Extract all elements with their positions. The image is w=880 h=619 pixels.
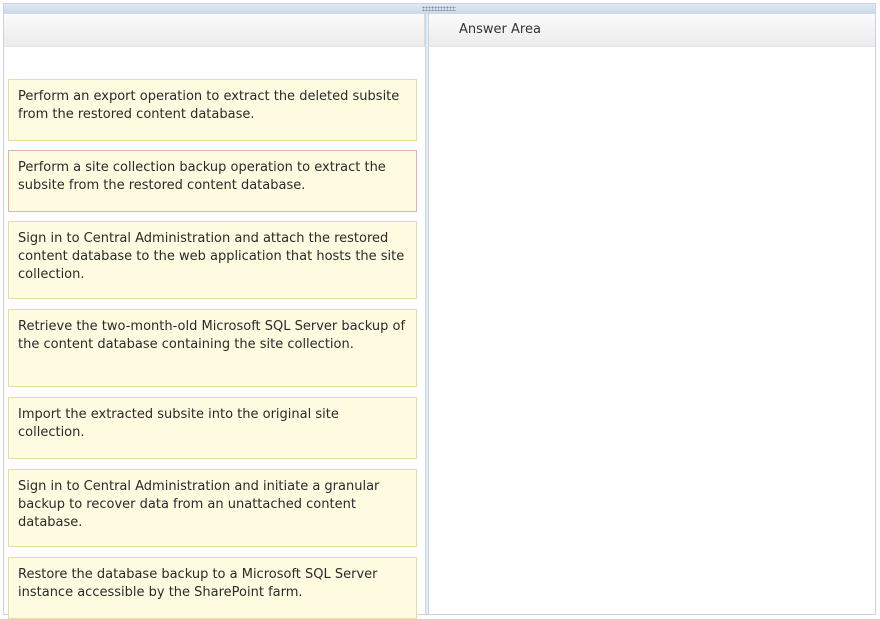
step-text: Perform an export operation to extract t…: [18, 89, 400, 122]
source-pane: Perform an export operation to extract t…: [4, 14, 425, 619]
step-card[interactable]: Sign in to Central Administration and in…: [8, 469, 417, 547]
step-card[interactable]: Retrieve the two-month-old Microsoft SQL…: [8, 309, 417, 387]
answer-area[interactable]: Answer Area: [429, 14, 875, 614]
answer-area-title: Answer Area: [459, 22, 541, 37]
drag-drop-exercise: Perform an export operation to extract t…: [3, 3, 876, 619]
step-card[interactable]: Perform an export operation to extract t…: [8, 79, 417, 141]
step-text: Import the extracted subsite into the or…: [18, 407, 339, 440]
step-text: Sign in to Central Administration and in…: [18, 479, 380, 530]
step-card[interactable]: Perform a site collection backup operati…: [8, 150, 417, 212]
step-card[interactable]: Sign in to Central Administration and at…: [8, 221, 417, 299]
step-card[interactable]: Import the extracted subsite into the or…: [8, 397, 417, 459]
resize-grip-icon[interactable]: [422, 6, 456, 11]
answer-area-header: Answer Area: [429, 14, 875, 47]
step-text: Retrieve the two-month-old Microsoft SQL…: [18, 319, 406, 352]
step-text: Perform a site collection backup operati…: [18, 160, 386, 193]
step-card[interactable]: Restore the database backup to a Microso…: [8, 557, 417, 619]
step-text: Restore the database backup to a Microso…: [18, 567, 378, 600]
step-text: Sign in to Central Administration and at…: [18, 231, 405, 282]
source-pane-header: [4, 14, 425, 47]
